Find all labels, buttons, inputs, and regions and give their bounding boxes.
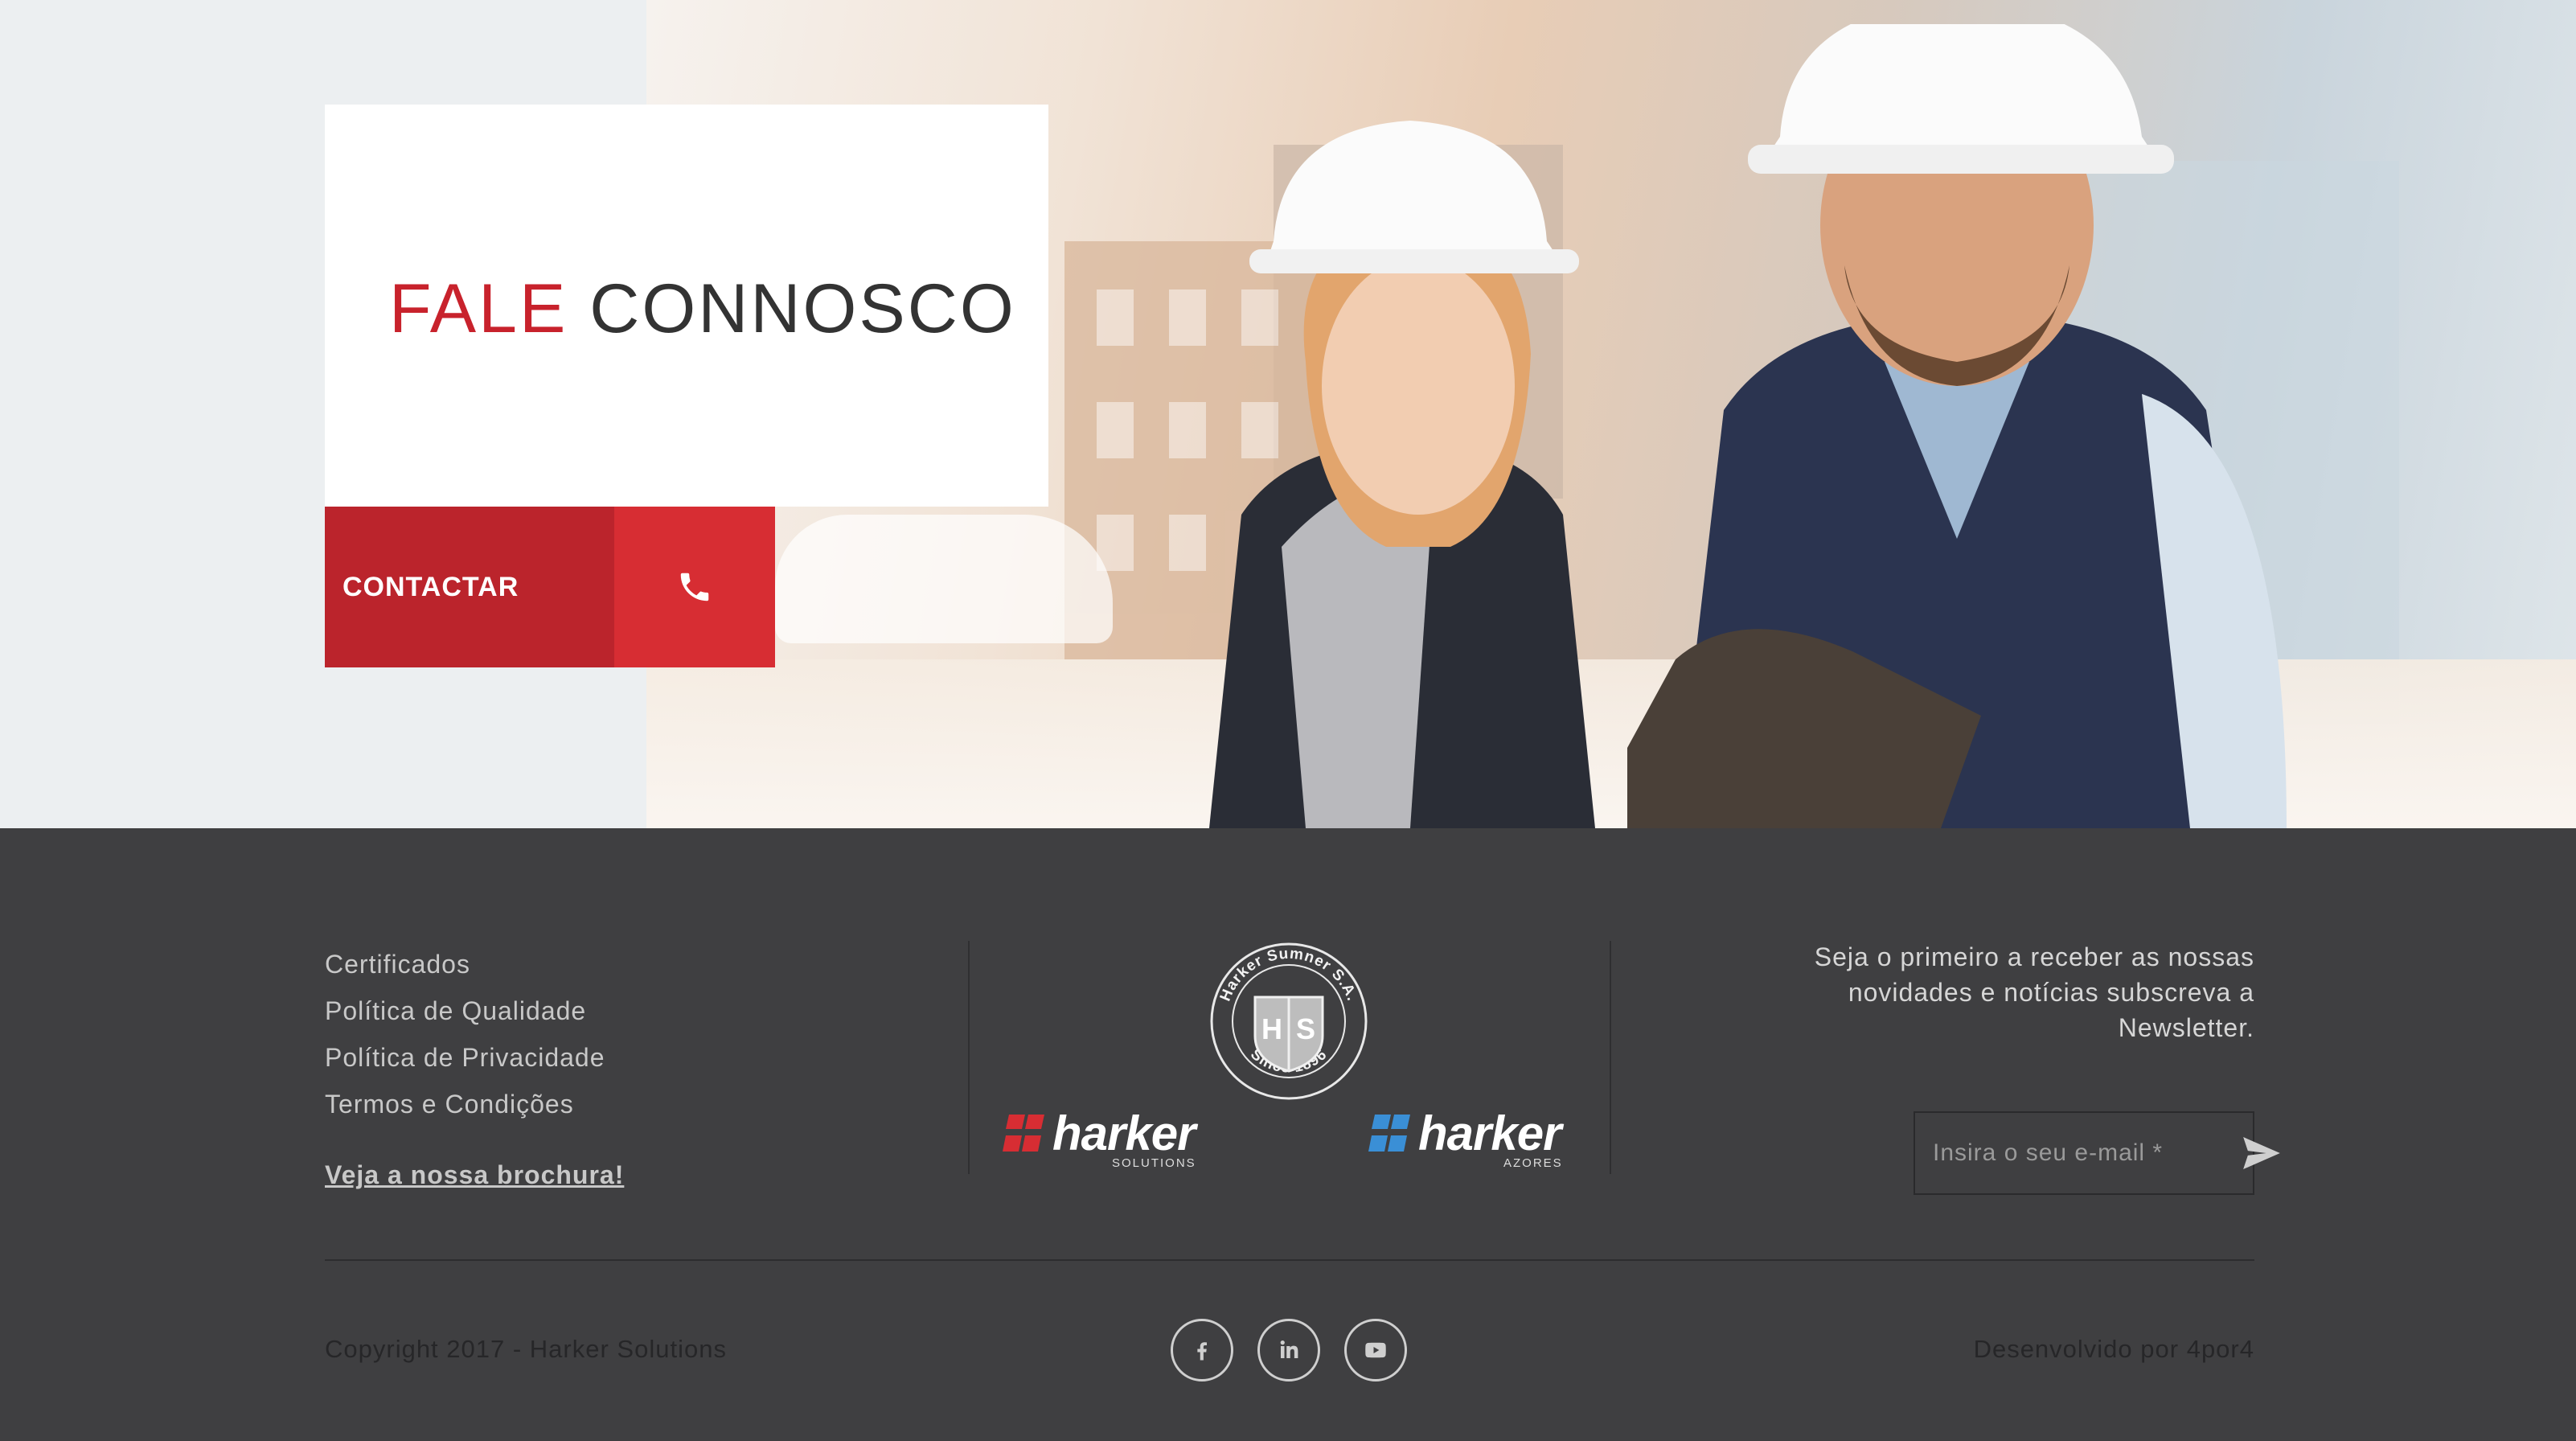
facebook-button[interactable] xyxy=(1171,1319,1233,1381)
youtube-button[interactable] xyxy=(1344,1319,1407,1381)
newsletter-description: Seja o primeiro a receber as nossas novi… xyxy=(1814,942,2254,1042)
divider xyxy=(968,941,970,1174)
page-title: FALE CONNOSCO xyxy=(389,269,1016,349)
footer-link-qualidade[interactable]: Política de Qualidade xyxy=(325,987,624,1034)
contact-button[interactable]: CONTACTAR xyxy=(325,507,775,667)
site-footer: Certificados Política de Qualidade Polít… xyxy=(0,828,2576,1441)
logo-wordmark: harker xyxy=(1418,1106,1561,1160)
send-button[interactable] xyxy=(2243,1113,2280,1193)
logo-wordmark: harker xyxy=(1052,1106,1196,1160)
headline-card: FALE CONNOSCO xyxy=(325,105,1048,507)
newsletter-form xyxy=(1914,1111,2280,1195)
social-links xyxy=(1171,1319,1407,1381)
seal-initial-s: S xyxy=(1296,1012,1315,1045)
harker-mark-icon xyxy=(1003,1115,1044,1152)
harker-mark-icon xyxy=(1368,1115,1410,1152)
footer-links: Certificados Política de Qualidade Polít… xyxy=(325,941,624,1198)
linkedin-button[interactable] xyxy=(1257,1319,1320,1381)
send-icon xyxy=(2243,1137,2280,1169)
linkedin-icon xyxy=(1280,1340,1298,1358)
email-input[interactable] xyxy=(1915,1113,2243,1193)
divider xyxy=(1610,941,1611,1174)
youtube-icon xyxy=(1365,1342,1386,1358)
logo-subtitle: SOLUTIONS xyxy=(1112,1156,1196,1170)
footer-divider xyxy=(325,1259,2254,1261)
contact-button-label: CONTACTAR xyxy=(325,507,614,667)
brochure-link[interactable]: Veja a nossa brochura! xyxy=(325,1152,624,1198)
footer-link-certificados[interactable]: Certificados xyxy=(325,941,624,987)
harker-azores-logo: harker AZORES xyxy=(1367,1106,1561,1170)
footer-link-privacidade[interactable]: Política de Privacidade xyxy=(325,1034,624,1081)
copyright-text: Copyright 2017 - Harker Solutions xyxy=(325,1335,727,1363)
facebook-icon xyxy=(1197,1342,1207,1361)
phone-icon xyxy=(614,507,775,667)
man-worker-illustration xyxy=(1627,24,2287,828)
seal-initial-h: H xyxy=(1261,1012,1282,1045)
harker-sumner-seal-logo: Harker Sumner S.A. Since 1896 H S xyxy=(1210,942,1368,1100)
harker-solutions-logo: harker SOLUTIONS xyxy=(1001,1106,1196,1170)
contact-hero: FALE CONNOSCO CONTACTAR xyxy=(0,0,2576,828)
background-car xyxy=(775,515,1113,643)
title-rest: CONNOSCO xyxy=(589,270,1016,347)
developer-credit: Desenvolvido por 4por4 xyxy=(1973,1335,2254,1363)
footer-link-termos[interactable]: Termos e Condições xyxy=(325,1081,624,1127)
title-accent: FALE xyxy=(389,270,568,347)
logo-subtitle: AZORES xyxy=(1503,1156,1563,1170)
